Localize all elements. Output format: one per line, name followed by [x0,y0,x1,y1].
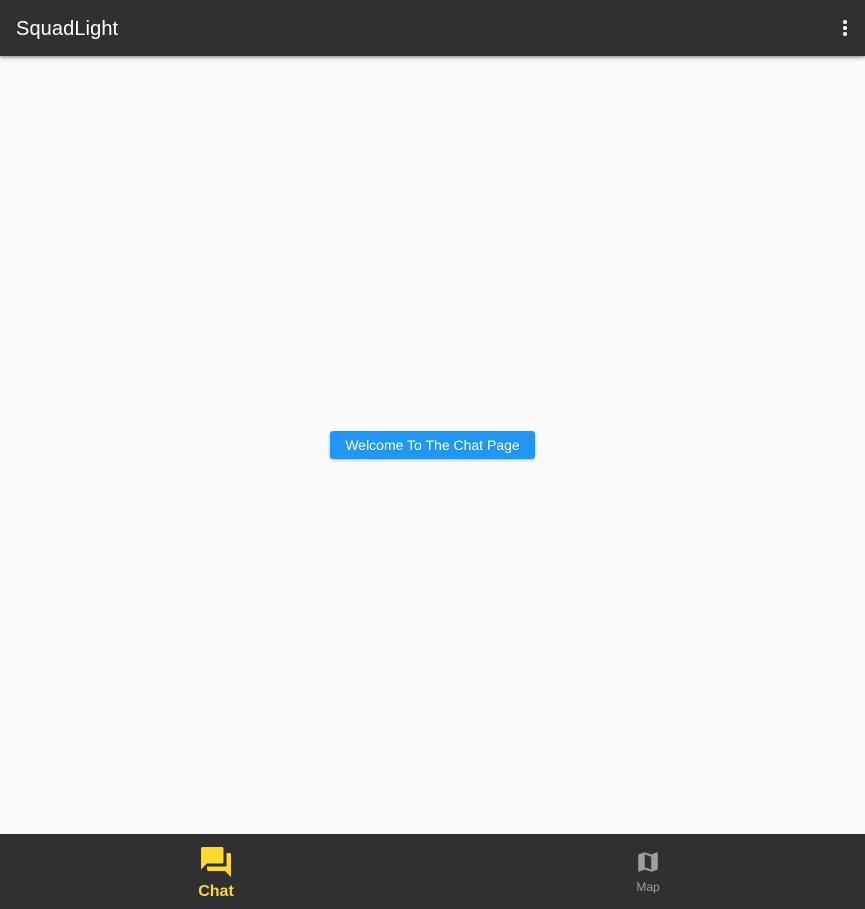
app-title: SquadLight [16,18,119,40]
nav-item-chat[interactable]: Chat [156,834,276,909]
nav-item-map[interactable]: Map [588,834,708,909]
chat-page-content: Welcome To The Chat Page [0,56,865,834]
nav-label-chat: Chat [198,883,234,900]
map-icon [638,852,658,872]
forum-icon [201,847,231,877]
app-bar: SquadLight [0,0,865,56]
nav-label-map: Map [636,880,660,894]
more-options-button[interactable] [831,14,859,42]
more-vert-icon [843,20,847,36]
bottom-navigation-bar: Chat Map [0,834,865,909]
welcome-button[interactable]: Welcome To The Chat Page [330,431,535,459]
